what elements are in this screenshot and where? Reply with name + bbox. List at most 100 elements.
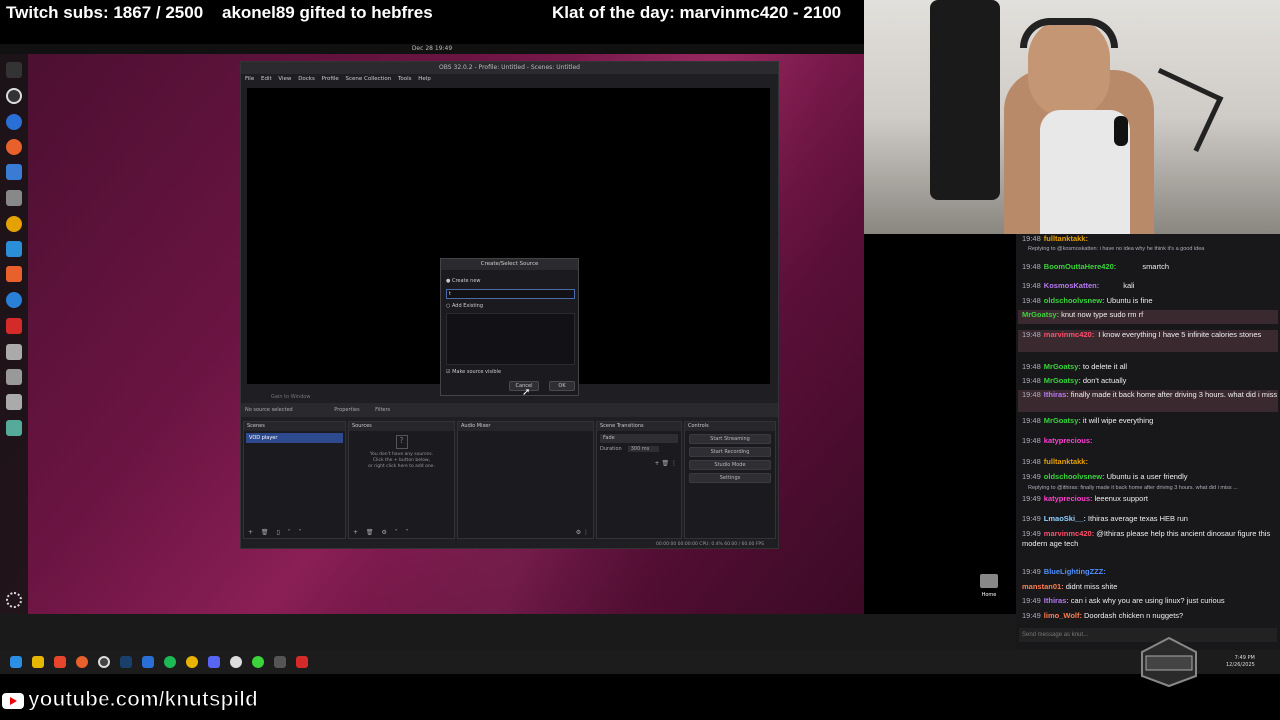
scene-item[interactable]: VOD player bbox=[246, 433, 343, 443]
start-recording-button[interactable]: Start Recording bbox=[689, 447, 771, 457]
msg-user[interactable]: MrGoatsy: bbox=[1044, 376, 1081, 385]
spotify-icon[interactable] bbox=[164, 656, 176, 668]
transition-buttons[interactable]: + 🗑 ⋮ bbox=[655, 460, 677, 467]
msg-user[interactable]: fulltanktakk: bbox=[1044, 234, 1088, 243]
writer-icon[interactable] bbox=[6, 241, 22, 257]
msg-text: knut now type sudo rm rf bbox=[1061, 310, 1144, 319]
menu-file[interactable]: File bbox=[245, 76, 254, 82]
menu-scene-collection[interactable]: Scene Collection bbox=[345, 76, 391, 82]
menu-edit[interactable]: Edit bbox=[261, 76, 272, 82]
app-center-icon[interactable] bbox=[6, 266, 22, 282]
terminal-icon[interactable] bbox=[6, 62, 22, 78]
msg-user[interactable]: Ithiras: bbox=[1044, 390, 1069, 399]
explorer-icon[interactable] bbox=[32, 656, 44, 668]
add-existing-radio[interactable]: ○ Add Existing bbox=[446, 303, 483, 309]
drive2-icon[interactable] bbox=[6, 394, 22, 410]
show-apps-icon[interactable] bbox=[6, 592, 22, 608]
brave-icon[interactable] bbox=[54, 656, 66, 668]
app3-icon[interactable] bbox=[274, 656, 286, 668]
duration-field[interactable]: 300 ms bbox=[627, 446, 660, 452]
anydesk-taskbar-icon[interactable] bbox=[296, 656, 308, 668]
studio-mode-button[interactable]: Studio Mode bbox=[689, 460, 771, 470]
msg-user[interactable]: katyprecious: bbox=[1044, 494, 1093, 503]
msg-time: 19:49 bbox=[1022, 596, 1041, 605]
sources-header: Sources bbox=[349, 422, 454, 431]
obs-titlebar[interactable]: OBS 32.0.2 - Profile: Untitled - Scenes:… bbox=[241, 62, 778, 74]
msg-user[interactable]: KosmosKatten: bbox=[1044, 281, 1099, 290]
obs-icon[interactable] bbox=[6, 88, 22, 104]
sources-dock: Sources ? You don't have any sources. Cl… bbox=[348, 421, 455, 539]
menu-profile[interactable]: Profile bbox=[322, 76, 339, 82]
settings-button[interactable]: Settings bbox=[689, 473, 771, 483]
ok-button[interactable]: OK bbox=[549, 381, 575, 391]
mixer-menu-icon[interactable]: ⚙ ⋮ bbox=[576, 529, 589, 536]
webcam-feed bbox=[864, 0, 1280, 234]
msg-user[interactable]: MrGoatsy: bbox=[1044, 362, 1081, 371]
sources-footer-buttons[interactable]: + 🗑 ⚙ ˄ ˅ bbox=[353, 529, 412, 536]
gain-to-window[interactable]: Gain to Window bbox=[271, 394, 310, 400]
start-icon[interactable] bbox=[10, 656, 22, 668]
menu-view[interactable]: View bbox=[278, 76, 291, 82]
trash-icon[interactable] bbox=[6, 420, 22, 436]
make-visible-checkbox[interactable]: ☑ Make source visible bbox=[446, 369, 501, 375]
rhythmbox-icon[interactable] bbox=[6, 216, 22, 232]
audio-mixer-dock: Audio Mixer ⚙ ⋮ bbox=[457, 421, 594, 539]
disk-icon[interactable] bbox=[6, 344, 22, 360]
msg-time: 19:49 bbox=[1022, 529, 1041, 538]
transitions-header: Scene Transitions bbox=[597, 422, 681, 431]
start-streaming-button[interactable]: Start Streaming bbox=[689, 434, 771, 444]
anydesk-icon[interactable] bbox=[6, 318, 22, 334]
app2-icon[interactable] bbox=[252, 656, 264, 668]
properties-button[interactable]: Properties bbox=[334, 407, 359, 413]
source-name-input[interactable]: t bbox=[446, 289, 575, 299]
msg-user[interactable]: oldschoolvsnew: bbox=[1044, 472, 1105, 481]
msg-user[interactable]: fulltanktakk: bbox=[1044, 457, 1088, 466]
filters-button[interactable]: Filters bbox=[375, 407, 390, 413]
twitch-chat: 19:48 fulltanktakk: Replying to @kosmoska… bbox=[1016, 234, 1280, 650]
create-new-radio[interactable]: ● Create new bbox=[446, 278, 481, 284]
drive-icon[interactable] bbox=[6, 369, 22, 385]
ccleaner-icon[interactable] bbox=[230, 656, 242, 668]
chromium-icon[interactable] bbox=[6, 114, 22, 130]
msg-user[interactable]: katyprecious: bbox=[1044, 436, 1093, 445]
system-clock[interactable]: 7:49 PM 12/26/2025 bbox=[1226, 655, 1255, 669]
transition-select[interactable]: Fade bbox=[600, 434, 678, 443]
msg-user[interactable]: manstan01: bbox=[1022, 582, 1064, 591]
msg-time: 19:49 bbox=[1022, 611, 1041, 620]
home-folder-icon[interactable]: Home bbox=[978, 574, 1000, 604]
msg-user[interactable]: LmaoSki__: bbox=[1044, 514, 1086, 523]
files-icon[interactable] bbox=[6, 190, 22, 206]
obs-taskbar-icon[interactable] bbox=[98, 656, 110, 668]
existing-sources-list[interactable] bbox=[446, 313, 575, 365]
thunderbird-icon[interactable] bbox=[6, 164, 22, 180]
app-icon[interactable] bbox=[142, 656, 154, 668]
menu-tools[interactable]: Tools bbox=[398, 76, 412, 82]
topbar-clock[interactable]: Dec 28 19:49 bbox=[412, 45, 452, 52]
firefox-taskbar-icon[interactable] bbox=[76, 656, 88, 668]
help-icon[interactable] bbox=[6, 292, 22, 308]
discord-icon[interactable] bbox=[208, 656, 220, 668]
subs-counter: Twitch subs: 1867 / 2500 bbox=[6, 3, 204, 22]
msg-user[interactable]: BlueLightingZZZ: bbox=[1044, 567, 1106, 576]
msg-time: 19:48 bbox=[1022, 281, 1041, 290]
msg-user[interactable]: marvinmc420: bbox=[1044, 529, 1094, 538]
dialog-title[interactable]: Create/Select Source bbox=[441, 259, 578, 270]
msg-user[interactable]: BoomOuttaHere420: bbox=[1044, 262, 1117, 271]
add-existing-label: Add Existing bbox=[451, 303, 484, 309]
scenes-footer-buttons[interactable]: + 🗑 ▯ ˄ ˅ bbox=[248, 529, 305, 536]
msg-user[interactable]: MrGoatsy: bbox=[1044, 416, 1081, 425]
msg-user[interactable]: MrGoatsy: bbox=[1022, 310, 1059, 319]
chrome-icon[interactable] bbox=[186, 656, 198, 668]
menu-docks[interactable]: Docks bbox=[298, 76, 315, 82]
scenes-header: Scenes bbox=[244, 422, 345, 431]
msg-user[interactable]: oldschoolvsnew: bbox=[1044, 296, 1105, 305]
msg-user[interactable]: limo_Wolf: bbox=[1044, 611, 1082, 620]
msg-user[interactable]: Ithiras: bbox=[1044, 596, 1069, 605]
msg-time: 19:48 bbox=[1022, 296, 1041, 305]
steam-icon[interactable] bbox=[120, 656, 132, 668]
firefox-icon[interactable] bbox=[6, 139, 22, 155]
menu-help[interactable]: Help bbox=[418, 76, 431, 82]
source-toolbar: No source selected Properties Filters bbox=[241, 403, 778, 417]
msg-time: 19:48 bbox=[1022, 262, 1041, 271]
msg-user[interactable]: marvinmc420: bbox=[1044, 330, 1094, 339]
